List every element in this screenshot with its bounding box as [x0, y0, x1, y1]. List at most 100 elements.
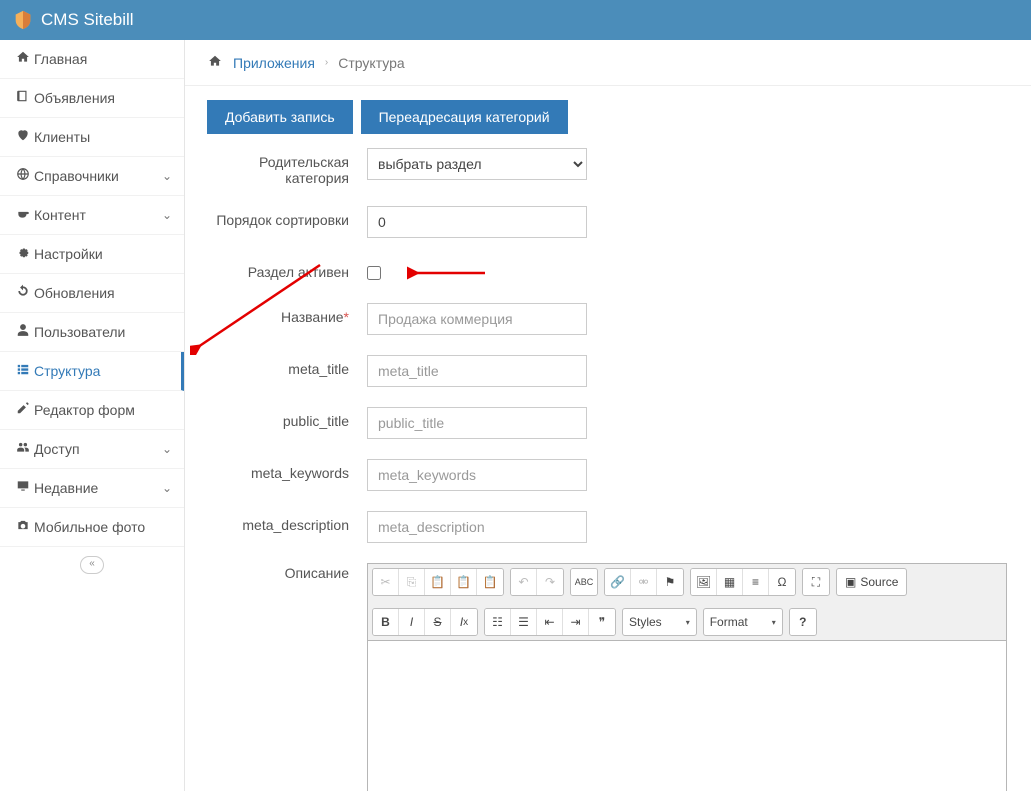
sidebar-item-label: Настройки	[34, 246, 172, 262]
table-icon[interactable]: ▦	[717, 569, 743, 595]
label-description: Описание	[207, 563, 367, 581]
outdent-icon[interactable]: ⇤	[537, 609, 563, 635]
camera-icon	[12, 518, 34, 536]
specialchar-icon[interactable]: Ω	[769, 569, 795, 595]
book-icon	[12, 89, 34, 107]
chevron-down-icon: ⌄	[162, 208, 172, 222]
input-meta-keywords[interactable]	[367, 459, 587, 491]
paste-text-icon[interactable]: 📋	[451, 569, 477, 595]
sidebar-item-label: Объявления	[34, 90, 172, 106]
refresh-icon	[12, 284, 34, 302]
breadcrumb-current: Структура	[338, 55, 404, 71]
copy-icon[interactable]: ⎘	[399, 569, 425, 595]
list-icon	[12, 362, 34, 380]
label-sort: Порядок сортировки	[207, 206, 367, 228]
paste-icon[interactable]: 📋	[425, 569, 451, 595]
content: Приложения › Структура Добавить запись П…	[185, 40, 1031, 791]
sidebar-item-refresh[interactable]: Обновления	[0, 274, 184, 313]
home-icon	[12, 50, 34, 68]
unlink-icon[interactable]: ⚮	[631, 569, 657, 595]
image-icon[interactable]: 🖼	[691, 569, 717, 595]
sidebar-item-home[interactable]: Главная	[0, 40, 184, 79]
italic-icon[interactable]: I	[399, 609, 425, 635]
label-meta-description: meta_description	[207, 511, 367, 533]
brand-text: CMS Sitebill	[41, 10, 134, 30]
label-active: Раздел активен	[207, 258, 367, 280]
input-public-title[interactable]	[367, 407, 587, 439]
removeformat-icon[interactable]: Ix	[451, 609, 477, 635]
sidebar-item-label: Мобильное фото	[34, 519, 172, 535]
chevron-down-icon: ⌄	[162, 442, 172, 456]
topbar: CMS Sitebill	[0, 0, 1031, 40]
sidebar-item-label: Контент	[34, 207, 162, 223]
redo-icon[interactable]: ↷	[537, 569, 563, 595]
cog-icon	[12, 245, 34, 263]
home-icon[interactable]	[207, 54, 223, 71]
sidebar-item-coffee[interactable]: Контент⌄	[0, 196, 184, 235]
input-meta-description[interactable]	[367, 511, 587, 543]
sidebar-item-camera[interactable]: Мобильное фото	[0, 508, 184, 547]
add-record-button[interactable]: Добавить запись	[207, 100, 353, 134]
sidebar-item-label: Недавние	[34, 480, 162, 496]
sidebar-item-label: Обновления	[34, 285, 172, 301]
strike-icon[interactable]: S	[425, 609, 451, 635]
breadcrumb-sep: ›	[325, 57, 328, 68]
collapse-sidebar-button[interactable]: «	[0, 547, 184, 580]
sidebar-item-list[interactable]: Структура	[0, 352, 184, 391]
blockquote-icon[interactable]: ❞	[589, 609, 615, 635]
sidebar-item-book[interactable]: Объявления	[0, 79, 184, 118]
hr-icon[interactable]: ≡	[743, 569, 769, 595]
input-name[interactable]	[367, 303, 587, 335]
format-select[interactable]: Format▾	[703, 608, 783, 636]
wysiwyg-editor: ✂ ⎘ 📋 📋 📋 ↶ ↷ ABC	[367, 563, 1007, 791]
coffee-icon	[12, 206, 34, 224]
breadcrumb: Приложения › Структура	[185, 40, 1031, 86]
numlist-icon[interactable]: ☷	[485, 609, 511, 635]
sidebar-item-label: Структура	[34, 363, 169, 379]
sidebar-item-desktop[interactable]: Недавние⌄	[0, 469, 184, 508]
brand: CMS Sitebill	[12, 9, 134, 31]
indent-icon[interactable]: ⇥	[563, 609, 589, 635]
select-parent[interactable]: выбрать раздел	[367, 148, 587, 180]
bold-icon[interactable]: B	[373, 609, 399, 635]
bulletlist-icon[interactable]: ☰	[511, 609, 537, 635]
sidebar-item-label: Пользователи	[34, 324, 172, 340]
desktop-icon	[12, 479, 34, 497]
sidebar-item-user[interactable]: Пользователи	[0, 313, 184, 352]
redirect-categories-button[interactable]: Переадресация категорий	[361, 100, 568, 134]
source-button[interactable]: ▣ Source	[836, 568, 907, 596]
sidebar-item-label: Доступ	[34, 441, 162, 457]
editor-body[interactable]	[368, 641, 1006, 791]
sidebar-item-label: Клиенты	[34, 129, 172, 145]
sidebar-item-users[interactable]: Доступ⌄	[0, 430, 184, 469]
sidebar-item-edit[interactable]: Редактор форм	[0, 391, 184, 430]
spellcheck-icon[interactable]: ABC	[571, 569, 597, 595]
edit-icon	[12, 401, 34, 419]
undo-icon[interactable]: ↶	[511, 569, 537, 595]
input-meta-title[interactable]	[367, 355, 587, 387]
help-icon[interactable]: ?	[790, 609, 816, 635]
chevron-down-icon: ⌄	[162, 481, 172, 495]
sidebar: ГлавнаяОбъявленияКлиентыСправочники⌄Конт…	[0, 40, 185, 791]
input-sort[interactable]	[367, 206, 587, 238]
paste-word-icon[interactable]: 📋	[477, 569, 503, 595]
annotation-arrow-1	[407, 264, 487, 282]
link-icon[interactable]: 🔗	[605, 569, 631, 595]
sidebar-item-globe[interactable]: Справочники⌄	[0, 157, 184, 196]
sidebar-item-label: Главная	[34, 51, 172, 67]
label-name: Название*	[207, 303, 367, 325]
sidebar-item-cog[interactable]: Настройки	[0, 235, 184, 274]
styles-select[interactable]: Styles▾	[622, 608, 697, 636]
breadcrumb-link[interactable]: Приложения	[233, 55, 315, 71]
label-parent: Родительская категория	[207, 148, 367, 186]
user-icon	[12, 323, 34, 341]
label-meta-title: meta_title	[207, 355, 367, 377]
maximize-icon[interactable]: ⛶	[803, 569, 829, 595]
chevron-down-icon: ⌄	[162, 169, 172, 183]
button-row: Добавить запись Переадресация категорий	[207, 100, 1009, 134]
cut-icon[interactable]: ✂	[373, 569, 399, 595]
checkbox-active[interactable]	[367, 266, 381, 280]
anchor-icon[interactable]: ⚑	[657, 569, 683, 595]
sidebar-item-heart[interactable]: Клиенты	[0, 118, 184, 157]
label-public-title: public_title	[207, 407, 367, 429]
